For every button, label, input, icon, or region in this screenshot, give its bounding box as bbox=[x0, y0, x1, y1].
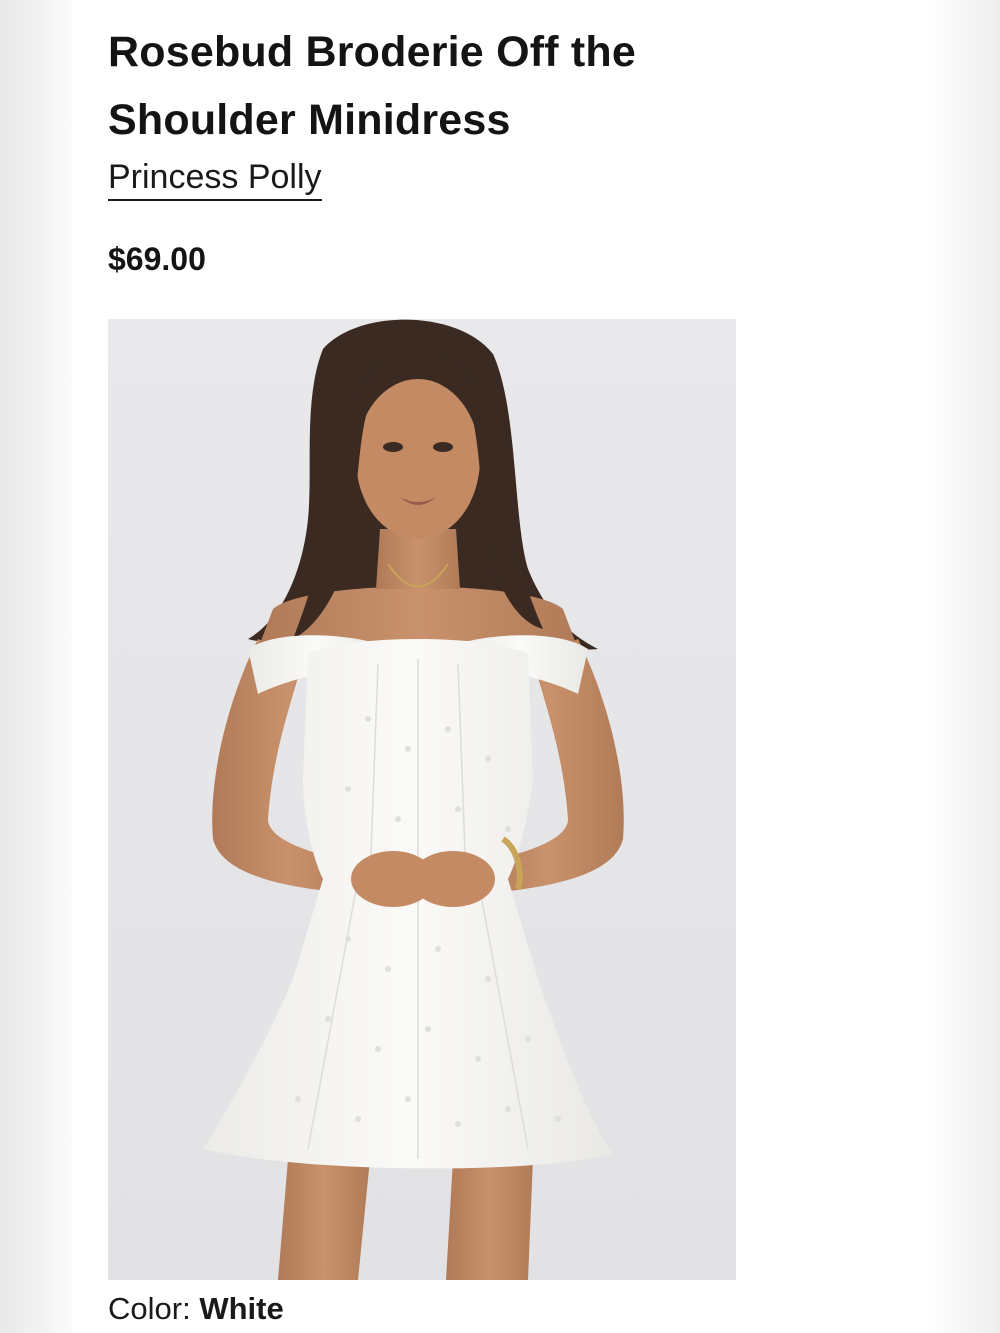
color-label: Color: bbox=[108, 1291, 200, 1326]
product-image[interactable] bbox=[108, 319, 736, 1280]
color-selection: Color: White bbox=[108, 1290, 284, 1328]
product-title: Rosebud Broderie Off the Shoulder Minidr… bbox=[108, 28, 637, 144]
color-value: White bbox=[199, 1291, 284, 1326]
right-edge-shadow bbox=[930, 0, 1000, 1333]
product-price: $69.00 bbox=[108, 241, 206, 277]
product-page: Rosebud Broderie Off the Shoulder Minidr… bbox=[0, 0, 1000, 1333]
left-edge-shadow bbox=[0, 0, 72, 1333]
product-photo-illustration bbox=[108, 319, 736, 1280]
brand-link[interactable]: Princess Polly bbox=[108, 156, 322, 201]
